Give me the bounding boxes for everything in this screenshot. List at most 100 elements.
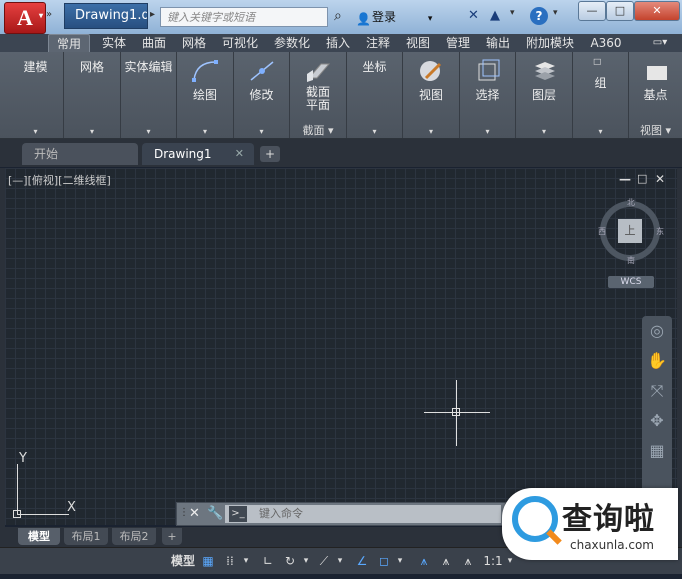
help-button[interactable]: ? <box>530 7 548 25</box>
title-arrow-icon[interactable]: ▸ <box>150 9 155 20</box>
chevron-down-icon: ▾ <box>33 127 38 136</box>
new-tab-button[interactable]: + <box>260 146 280 162</box>
panel-label: 实体编辑 <box>124 60 173 74</box>
login-button[interactable]: 👤登录 ▾ <box>356 8 432 26</box>
panel-label: 修改 <box>249 88 274 102</box>
chevron-down-icon[interactable]: ▾ <box>300 552 312 570</box>
close-icon[interactable]: ✕ <box>189 506 200 521</box>
steering-wheel-icon[interactable]: ◎ <box>642 316 672 346</box>
chevron-down-icon[interactable]: ▾ <box>240 552 252 570</box>
layout1-tab[interactable]: 布局1 <box>64 528 108 545</box>
panel-coordinates[interactable]: 坐标 ▾ <box>347 52 403 138</box>
panel-solid-edit[interactable]: 实体编辑 ▾ <box>121 52 177 138</box>
tab-output[interactable]: 输出 <box>480 34 516 52</box>
panel-label: 选择 <box>475 88 500 102</box>
tab-manage[interactable]: 管理 <box>440 34 476 52</box>
new-layout-button[interactable]: + <box>162 528 182 545</box>
quick-access-expand-icon[interactable]: » <box>46 9 60 25</box>
search-input[interactable]: 键入关键字或短语 <box>160 7 328 27</box>
view-panel-title[interactable]: 视图 ▾ <box>629 124 682 138</box>
panel-label: 绘图 <box>192 88 217 102</box>
tab-parametric[interactable]: 参数化 <box>268 34 316 52</box>
minimize-button[interactable]: — <box>578 1 606 21</box>
maximize-button[interactable]: □ <box>606 1 634 21</box>
drag-grip-icon[interactable]: ⋮ <box>179 507 189 518</box>
tab-insert[interactable]: 插入 <box>320 34 356 52</box>
tab-visualize[interactable]: 可视化 <box>216 34 264 52</box>
model-space-button[interactable]: 模型 <box>168 552 198 570</box>
group-icon <box>593 58 601 65</box>
panel-modify[interactable]: 修改 ▾ <box>234 52 290 138</box>
zoom-extents-icon[interactable]: ⤧ <box>642 376 672 406</box>
panel-label: 网格 <box>79 60 104 74</box>
panel-view[interactable]: 视图 ▾ <box>403 52 460 138</box>
crosshair-pickbox <box>452 408 460 416</box>
chevron-down-icon[interactable]: ▾ <box>553 8 558 18</box>
tab-a360[interactable]: A360 <box>588 34 624 52</box>
ribbon-minimize-icon[interactable]: ▭▾ <box>646 34 674 52</box>
panel-selection[interactable]: 选择 ▾ <box>460 52 516 138</box>
close-button[interactable]: ✕ <box>634 1 680 21</box>
tab-view[interactable]: 视图 <box>400 34 436 52</box>
ucs-y-label: Y <box>19 451 27 466</box>
command-input[interactable]: 键入命令 <box>225 505 501 523</box>
orbit-icon[interactable]: ✥ <box>642 406 672 436</box>
command-line: ⋮ ✕ 🔧 键入命令 >_ <box>176 502 506 526</box>
panel-layers[interactable]: 图层 ▾ <box>516 52 573 138</box>
start-tab[interactable]: 开始 <box>22 143 138 165</box>
showmotion-icon[interactable]: ▦ <box>642 436 672 466</box>
viewport-minimize-button[interactable]: — <box>619 172 631 186</box>
drawing-canvas[interactable]: [—][俯视][二维线框] — □ ✕ 上 北 南 东 西 WCS ◎ ✋ ⤧ … <box>5 168 677 525</box>
close-icon[interactable]: ✕ <box>235 143 244 165</box>
viewport-controls[interactable]: [—][俯视][二维线框] <box>8 172 111 188</box>
move-icon <box>250 61 273 81</box>
drawing-tab-label: Drawing1 <box>154 147 212 161</box>
panel-base-view[interactable]: 基点 视图 ▾ <box>629 52 682 138</box>
chevron-down-icon[interactable]: ▾ <box>334 552 346 570</box>
chevron-down-icon[interactable]: ▾ <box>510 8 515 18</box>
wcs-menu[interactable]: WCS <box>608 276 654 288</box>
a360-connect-icon[interactable]: ▲ <box>490 8 500 23</box>
panel-label: 建模 <box>23 60 48 74</box>
autocad-logo: A <box>17 5 33 30</box>
ortho-icon[interactable]: ∟ <box>258 552 278 570</box>
login-label: 登录 <box>372 10 397 24</box>
tab-home[interactable]: 常用 <box>48 34 90 53</box>
binoculars-icon[interactable]: ⌕ <box>334 8 342 24</box>
polar-tracking-icon[interactable]: ↻ <box>280 552 300 570</box>
annotation-scale-value[interactable]: 1:1 <box>482 552 504 570</box>
object-snap-icon[interactable]: ◻ <box>374 552 394 570</box>
model-tab[interactable]: 模型 <box>18 528 60 545</box>
panel-mesh[interactable]: 网格 ▾ <box>64 52 121 138</box>
pan-hand-icon[interactable]: ✋ <box>642 346 672 376</box>
tab-solid[interactable]: 实体 <box>96 34 132 52</box>
tab-addins[interactable]: 附加模块 <box>520 34 580 52</box>
layers-icon <box>535 62 555 80</box>
command-prompt-icon[interactable]: >_ <box>229 506 247 522</box>
viewcube-top-face[interactable]: 上 <box>618 219 642 243</box>
object-snap-tracking-icon[interactable]: ∠ <box>352 552 372 570</box>
tab-annotate[interactable]: 注释 <box>360 34 396 52</box>
section-panel-title[interactable]: 截面 ▾ <box>290 124 346 138</box>
wrench-icon[interactable]: 🔧 <box>207 506 223 521</box>
panel-groups[interactable]: 组 ▾ <box>573 52 629 138</box>
auto-scale-icon[interactable]: ⩚ <box>436 552 456 570</box>
isodraft-icon[interactable]: ⟋ <box>314 552 334 570</box>
chevron-down-icon[interactable]: ▾ <box>394 552 406 570</box>
viewport-restore-button[interactable]: □ <box>637 172 647 185</box>
tab-surface[interactable]: 曲面 <box>136 34 172 52</box>
panel-draw[interactable]: 绘图 ▾ <box>177 52 234 138</box>
grid-icon[interactable]: ▦ <box>198 552 218 570</box>
viewport-close-button[interactable]: ✕ <box>655 172 665 186</box>
snap-mode-icon[interactable]: ⁞⁞ <box>220 552 240 570</box>
exchange-apps-icon[interactable]: ✕ <box>468 8 479 23</box>
drawing-tab[interactable]: Drawing1 ✕ <box>142 143 254 165</box>
annotation-visibility-icon[interactable]: ⩚ <box>414 552 434 570</box>
panel-modeling[interactable]: 建模 ▾ <box>8 52 64 138</box>
tab-mesh[interactable]: 网格 <box>176 34 212 52</box>
panel-section[interactable]: 截面 平面 截面 ▾ <box>290 52 347 138</box>
layout2-tab[interactable]: 布局2 <box>112 528 156 545</box>
viewcube[interactable]: 上 <box>600 201 660 261</box>
application-menu-button[interactable]: A ▾ <box>4 2 46 34</box>
annotation-scale-icon[interactable]: ⩚ <box>458 552 478 570</box>
